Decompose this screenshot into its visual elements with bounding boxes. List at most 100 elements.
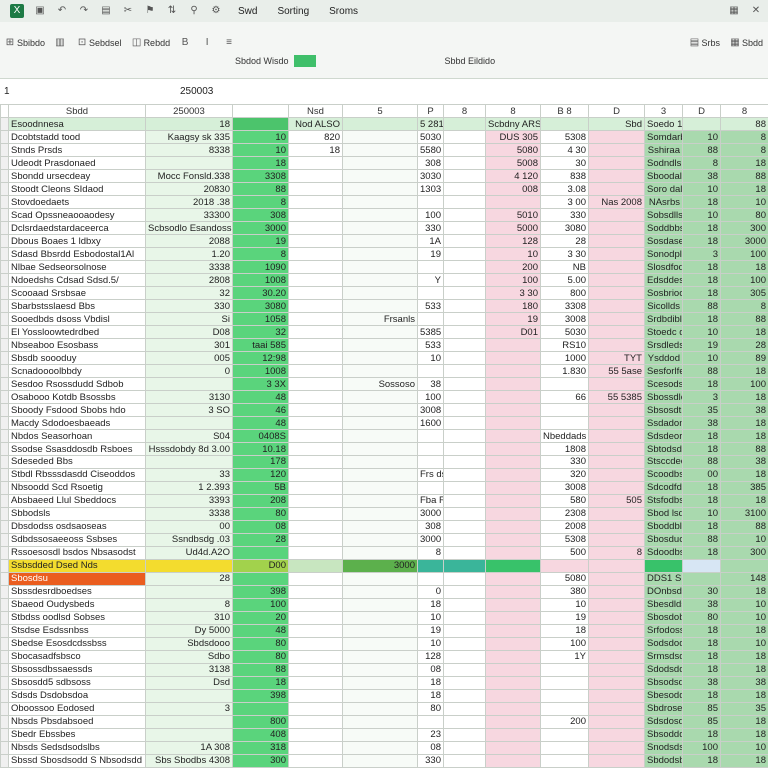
filter-icon[interactable]: ⚲ (189, 2, 201, 20)
table-cell[interactable] (288, 195, 343, 210)
table-cell[interactable] (443, 325, 486, 340)
table-cell[interactable]: 1.830 (540, 364, 589, 379)
table-cell[interactable]: 1A 308 (145, 740, 233, 755)
table-cell[interactable]: Absbaeed Llul Sbeddocs (8, 493, 146, 508)
table-cell[interactable] (288, 701, 343, 716)
table-cell[interactable] (288, 584, 343, 599)
table-cell[interactable] (443, 584, 486, 599)
table-cell[interactable]: DOnbsd (644, 584, 683, 599)
table-cell[interactable]: 148 (720, 571, 768, 586)
table-cell[interactable] (588, 571, 645, 586)
table-cell[interactable]: 308 (417, 156, 444, 171)
table-cell[interactable]: Ssbsdded Dsed Nds (8, 558, 146, 573)
table-cell[interactable]: Sobsdlls (644, 208, 683, 223)
column-header[interactable]: 5 (342, 103, 418, 119)
table-cell[interactable] (342, 208, 418, 223)
table-cell[interactable] (485, 688, 541, 703)
table-cell[interactable] (288, 610, 343, 625)
table-cell[interactable]: D08 (145, 325, 233, 340)
table-cell[interactable]: 10 (720, 597, 768, 612)
table-cell[interactable]: Stovdoedaets (8, 195, 146, 210)
table-cell[interactable]: 8 (588, 545, 645, 560)
column-header[interactable]: P (417, 103, 444, 119)
table-cell[interactable]: Sdodsddsbs (644, 662, 683, 677)
table-cell[interactable] (342, 169, 418, 184)
table-cell[interactable]: NB (540, 260, 589, 275)
table-cell[interactable] (342, 714, 418, 729)
table-cell[interactable] (443, 286, 486, 301)
table-cell[interactable]: 128 (485, 234, 541, 249)
table-cell[interactable] (443, 247, 486, 262)
table-cell[interactable]: 12:98 (232, 351, 289, 366)
row-number[interactable] (0, 688, 9, 703)
table-cell[interactable]: 330 (540, 455, 589, 469)
table-cell[interactable]: 1A (417, 234, 444, 249)
table-cell[interactable] (145, 416, 233, 431)
table-cell[interactable]: Nbsds Pbsdabsoed (8, 714, 146, 729)
table-cell[interactable] (485, 636, 541, 651)
table-cell[interactable]: Dclsrdaedstardaceerca (8, 221, 146, 236)
column-header[interactable]: D (588, 103, 645, 119)
table-cell[interactable]: 3 00 (540, 195, 589, 210)
table-cell[interactable] (443, 221, 486, 236)
row-number[interactable] (0, 273, 9, 288)
table-cell[interactable] (342, 130, 418, 145)
table-cell[interactable]: 5308 (540, 130, 589, 145)
table-cell[interactable]: 0 (145, 364, 233, 379)
align-icon[interactable]: ≡ (224, 34, 236, 52)
table-cell[interactable]: 32 (232, 325, 289, 340)
table-cell[interactable]: 28 (232, 532, 289, 547)
table-cell[interactable] (443, 455, 486, 469)
table-cell[interactable]: Sbdodsbss (644, 753, 683, 768)
row-number[interactable] (0, 338, 9, 353)
table-cell[interactable]: 4 120 (485, 169, 541, 184)
table-cell[interactable] (342, 610, 418, 625)
table-cell[interactable]: D01 (485, 325, 541, 340)
table-cell[interactable]: 10 (720, 532, 768, 547)
table-cell[interactable] (342, 182, 418, 197)
cut-icon[interactable]: ✂ (123, 2, 135, 20)
table-cell[interactable]: 3080 (540, 221, 589, 236)
table-cell[interactable] (485, 493, 541, 508)
table-cell[interactable]: 800 (540, 286, 589, 301)
table-cell[interactable]: Sdbo (145, 649, 233, 664)
table-cell[interactable]: Sbesoddss (644, 688, 683, 703)
table-cell[interactable]: 18 (720, 390, 768, 405)
table-cell[interactable]: 200 (485, 260, 541, 275)
table-cell[interactable] (443, 403, 486, 418)
table-cell[interactable]: 48 (232, 623, 289, 638)
table-cell[interactable] (417, 260, 444, 275)
table-cell[interactable] (232, 571, 289, 586)
table-cell[interactable]: 3308 (232, 169, 289, 184)
table-cell[interactable] (540, 740, 589, 755)
table-cell[interactable]: Soedo 10 (644, 117, 683, 132)
table-cell[interactable]: 8 (232, 247, 289, 262)
table-cell[interactable] (644, 558, 683, 573)
table-cell[interactable]: Soro dals (644, 182, 683, 197)
table-cell[interactable]: 18 (682, 221, 721, 236)
table-cell[interactable] (342, 506, 418, 521)
table-cell[interactable] (288, 519, 343, 534)
table-cell[interactable]: DDS1 Sbs (644, 571, 683, 586)
table-cell[interactable] (485, 740, 541, 755)
table-cell[interactable]: 3393 (145, 493, 233, 508)
table-cell[interactable] (588, 416, 645, 431)
table-cell[interactable] (417, 571, 444, 586)
table-cell[interactable]: 38 (682, 675, 721, 690)
table-cell[interactable] (288, 156, 343, 171)
table-cell[interactable] (288, 377, 343, 392)
table-cell[interactable]: 1808 (540, 442, 589, 456)
table-cell[interactable]: 0 (417, 584, 444, 599)
table-cell[interactable] (342, 351, 418, 366)
tab-swd[interactable]: Swd (238, 6, 257, 17)
table-cell[interactable] (588, 701, 645, 716)
table-cell[interactable]: 5385 (417, 325, 444, 340)
table-cell[interactable]: 35 (682, 403, 721, 418)
table-cell[interactable] (443, 351, 486, 366)
table-cell[interactable]: 18 (682, 286, 721, 301)
table-cell[interactable] (443, 338, 486, 353)
table-cell[interactable]: 3308 (540, 299, 589, 314)
table-cell[interactable] (588, 636, 645, 651)
table-cell[interactable]: 3338 (145, 506, 233, 521)
table-cell[interactable]: 100 (720, 273, 768, 288)
